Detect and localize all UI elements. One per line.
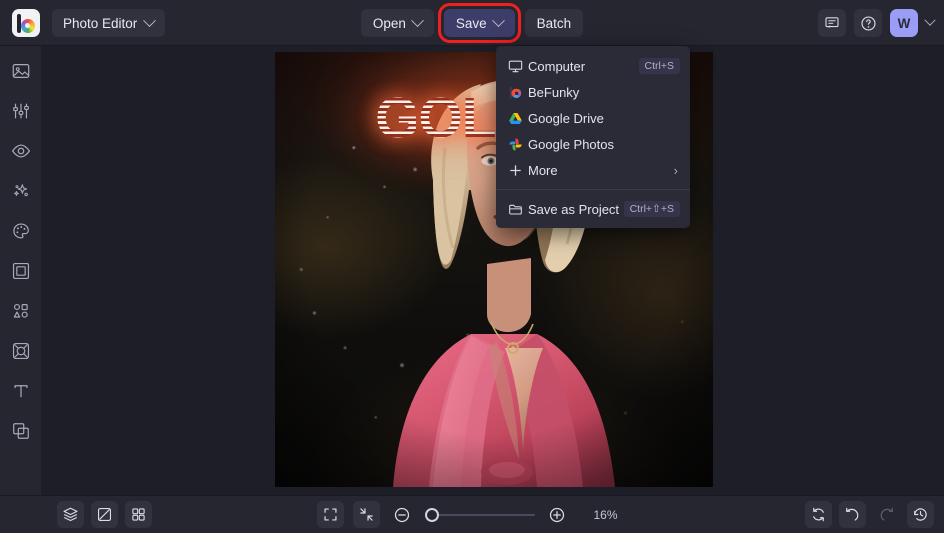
photo-editor-app: Photo Editor Open Save Batch	[0, 0, 944, 533]
menu-shortcut: Ctrl+S	[639, 58, 680, 74]
avatar-initial: W	[898, 16, 911, 31]
expand-icon	[322, 506, 339, 523]
zoom-slider-track	[433, 514, 535, 516]
grid-button[interactable]	[125, 501, 152, 528]
sidebar-item-text[interactable]	[8, 378, 34, 404]
reset-icon	[810, 506, 827, 523]
menu-label: Google Drive	[528, 111, 680, 126]
plus-icon	[508, 161, 528, 179]
compare-button[interactable]	[91, 501, 118, 528]
save-button[interactable]: Save	[444, 9, 515, 37]
menu-divider	[496, 189, 690, 190]
feedback-button[interactable]	[818, 9, 846, 37]
account-chevron-down-icon[interactable]	[924, 15, 935, 26]
help-button[interactable]	[854, 9, 882, 37]
layers-icon	[11, 421, 31, 441]
bottom-left-group	[57, 501, 152, 528]
top-toolbar: Photo Editor Open Save Batch	[0, 0, 944, 46]
history-button[interactable]	[907, 501, 934, 528]
history-icon	[912, 506, 929, 523]
overlay-icon	[11, 341, 31, 361]
menu-item-google-drive[interactable]: Google Drive	[496, 105, 690, 131]
sidebar-item-layers[interactable]	[8, 418, 34, 444]
feedback-icon	[824, 15, 840, 31]
layers-stack-icon	[62, 506, 79, 523]
google-photos-icon	[508, 135, 528, 153]
zoom-in-button[interactable]	[544, 501, 571, 528]
menu-item-google-photos[interactable]: Google Photos	[496, 131, 690, 157]
redo-icon	[878, 506, 895, 523]
menu-item-save-as-project[interactable]: Save as Project Ctrl+⇧+S	[496, 196, 690, 222]
sidebar-item-graphics[interactable]	[8, 298, 34, 324]
shapes-icon	[11, 301, 31, 321]
menu-label: More	[528, 163, 674, 178]
menu-label: Computer	[528, 59, 639, 74]
undo-button[interactable]	[839, 501, 866, 528]
reset-button[interactable]	[805, 501, 832, 528]
undo-icon	[844, 506, 861, 523]
menu-item-computer[interactable]: Computer Ctrl+S	[496, 53, 690, 79]
folder-icon	[508, 200, 528, 218]
zoom-out-button[interactable]	[389, 501, 416, 528]
help-icon	[860, 15, 877, 32]
zoom-level-label: 16%	[594, 508, 628, 522]
text-icon	[11, 381, 31, 401]
palette-icon	[11, 221, 31, 241]
redo-button[interactable]	[873, 501, 900, 528]
batch-label: Batch	[537, 16, 572, 31]
zoom-slider-handle[interactable]	[425, 508, 439, 522]
menu-label: BeFunky	[528, 85, 680, 100]
google-drive-icon	[508, 109, 528, 127]
save-label: Save	[456, 16, 487, 31]
monitor-icon	[508, 57, 528, 75]
sparkles-icon	[11, 181, 31, 201]
plus-circle-icon	[548, 506, 566, 524]
chevron-down-icon	[411, 14, 424, 27]
menu-item-befunky[interactable]: BeFunky	[496, 79, 690, 105]
open-label: Open	[373, 16, 406, 31]
chevron-right-icon: ›	[674, 163, 680, 178]
menu-label: Google Photos	[528, 137, 680, 152]
left-sidebar	[0, 46, 41, 495]
frame-icon	[11, 261, 31, 281]
canvas-area[interactable]: GOLDEN GOLDEN	[41, 46, 944, 495]
sliders-icon	[11, 101, 31, 121]
mode-label: Photo Editor	[63, 16, 137, 31]
batch-button[interactable]: Batch	[525, 9, 584, 37]
befunky-logo-icon	[17, 14, 36, 33]
grid-icon	[130, 506, 147, 523]
menu-item-more[interactable]: More ›	[496, 157, 690, 183]
sidebar-item-artsy[interactable]	[8, 218, 34, 244]
menu-label: Save as Project	[528, 202, 624, 217]
avatar[interactable]: W	[890, 9, 918, 37]
toolbar-right-group: W	[818, 9, 934, 37]
zoom-slider[interactable]	[425, 501, 535, 528]
layers-button[interactable]	[57, 501, 84, 528]
sidebar-item-edit[interactable]	[8, 98, 34, 124]
menu-shortcut: Ctrl+⇧+S	[624, 201, 680, 217]
sidebar-item-image[interactable]	[8, 58, 34, 84]
chevron-down-icon	[143, 14, 156, 27]
sidebar-item-overlays[interactable]	[8, 338, 34, 364]
minus-circle-icon	[393, 506, 411, 524]
befunky-logo[interactable]	[12, 9, 40, 37]
mode-selector[interactable]: Photo Editor	[52, 9, 165, 37]
compare-icon	[96, 506, 113, 523]
sidebar-item-touchup[interactable]	[8, 138, 34, 164]
save-dropdown-menu: Computer Ctrl+S BeFunky	[496, 46, 690, 228]
collapse-icon	[358, 506, 375, 523]
image-icon	[11, 61, 31, 81]
sidebar-item-frames[interactable]	[8, 258, 34, 284]
eye-icon	[11, 141, 31, 161]
sidebar-item-effects[interactable]	[8, 178, 34, 204]
bottom-toolbar: 16%	[0, 495, 944, 533]
chevron-down-icon	[492, 14, 505, 27]
actual-size-button[interactable]	[353, 501, 380, 528]
fit-screen-button[interactable]	[317, 501, 344, 528]
open-button[interactable]: Open	[361, 9, 434, 37]
bottom-right-group	[805, 501, 934, 528]
befunky-icon	[508, 83, 528, 101]
